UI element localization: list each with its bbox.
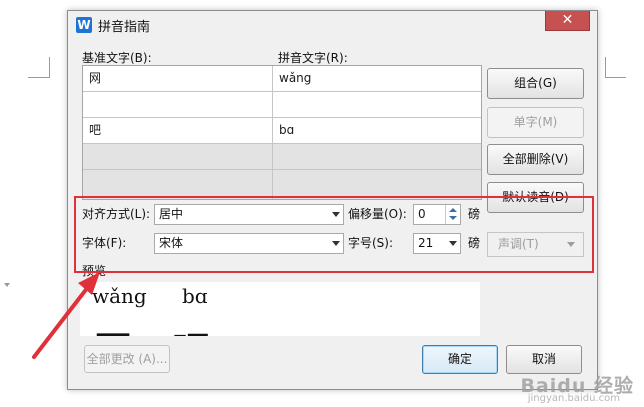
page-crop-mark-left-v <box>49 57 50 78</box>
pinyin-table: 网 wǎng 吧 bɑ <box>82 65 482 200</box>
page-crop-mark-right-h <box>605 77 626 78</box>
close-icon: ✕ <box>561 12 574 28</box>
pinyin-cell[interactable]: wǎng <box>273 66 481 92</box>
pinyin-text-header: 拼音文字(R): <box>278 51 348 65</box>
pinyin-cell-text: bɑ <box>279 123 295 137</box>
base-cell[interactable]: 网 <box>83 66 273 92</box>
watermark-site: jingyan.baidu.com <box>527 393 620 404</box>
base-cell-text: 网 <box>89 71 102 85</box>
watermark: Baidu 经验 jingyan.baidu.com <box>490 352 640 404</box>
delete-all-button[interactable]: 全部删除(V) <box>487 144 584 175</box>
preview-pane: wǎng bɑ 网 吧 <box>80 282 480 336</box>
close-button[interactable]: ✕ <box>545 11 590 31</box>
ok-button[interactable]: 确定 <box>422 345 498 374</box>
pinyin-cell[interactable] <box>273 92 481 118</box>
preview-char-2: 吧 <box>172 320 210 336</box>
preview-char-1: 网 <box>94 320 132 336</box>
base-cell <box>83 170 273 199</box>
pinyin-cell-text: wǎng <box>279 71 312 85</box>
ruler-marker-icon <box>4 283 10 287</box>
base-cell[interactable] <box>83 92 273 118</box>
annotation-highlight-box <box>74 196 594 273</box>
change-all-button: 全部更改 (A)... <box>84 345 170 373</box>
base-cell <box>83 144 273 170</box>
page-crop-mark-right-v <box>605 57 606 78</box>
preview-pinyin-2: bɑ <box>182 284 208 308</box>
pinyin-cell <box>273 170 481 199</box>
pinyin-cell <box>273 144 481 170</box>
wps-writer-icon: W <box>76 17 92 33</box>
base-cell[interactable]: 吧 <box>83 118 273 144</box>
base-cell-text: 吧 <box>89 123 102 137</box>
dialog-titlebar: W 拼音指南 ✕ <box>68 11 597 38</box>
page-crop-mark-left-h <box>28 77 49 78</box>
dialog-title: 拼音指南 <box>98 20 151 35</box>
single-char-button: 单字(M) <box>487 107 584 138</box>
preview-pinyin-1: wǎng <box>92 284 147 308</box>
pinyin-cell[interactable]: bɑ <box>273 118 481 144</box>
base-text-header: 基准文字(B): <box>82 51 152 65</box>
group-button[interactable]: 组合(G) <box>487 68 584 99</box>
